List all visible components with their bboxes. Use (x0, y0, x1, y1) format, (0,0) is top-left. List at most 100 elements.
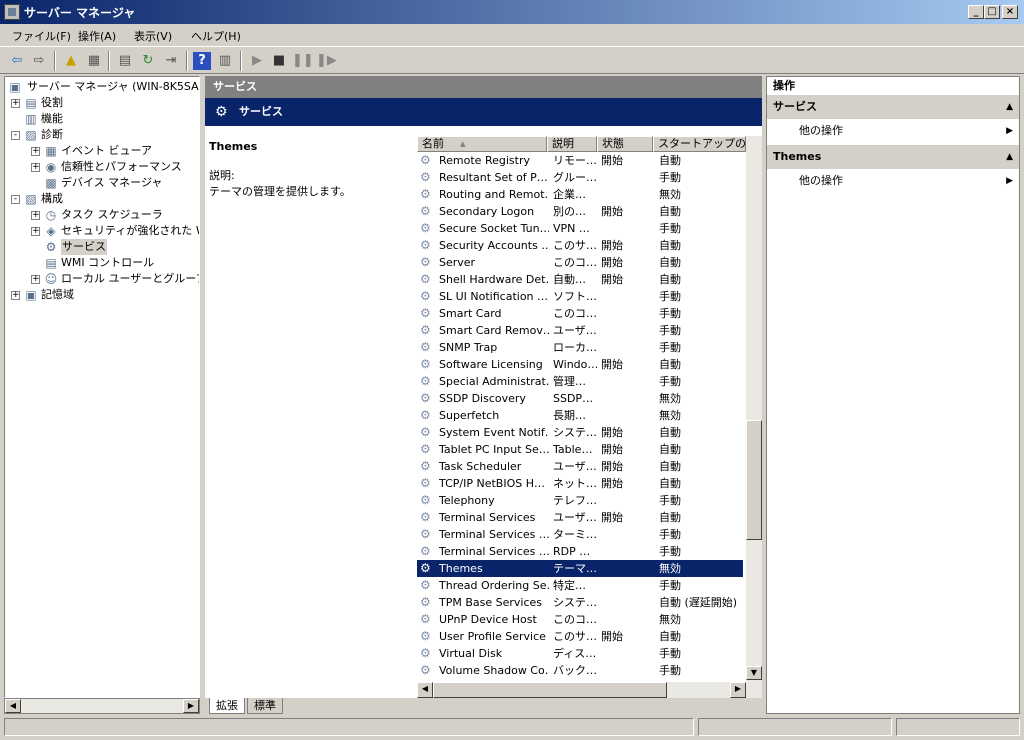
navigation-tree[interactable]: ▣ サーバー マネージャ (WIN-8K5SAI2 + ▤ 役割 ▥ 機能 - ▨ 診断 + ▦ イベン… (4, 76, 200, 698)
restart-service-icon[interactable]: ❚▶ (316, 52, 337, 70)
table-row[interactable]: ⚙ Software Licensing Windo… 開始 自動 (417, 356, 743, 373)
tree-item[interactable]: ▣ サーバー マネージャ (WIN-8K5SAI2 (5, 79, 199, 95)
table-row[interactable]: ⚙ SL UI Notification … ソフト… 手動 (417, 288, 743, 305)
table-row[interactable]: ⚙ Terminal Services … RDP … 手動 (417, 543, 743, 560)
service-description: ターミ… (553, 528, 597, 541)
table-row[interactable]: ⚙ Terminal Services … ターミ… 手動 (417, 526, 743, 543)
tree-item[interactable]: + ☺ ローカル ユーザーとグループ (5, 271, 199, 287)
horizontal-scroll-thumb[interactable] (433, 682, 667, 698)
start-service-icon[interactable]: ▶ (248, 52, 266, 70)
table-row[interactable]: ⚙ Smart Card Remov… ユーザ… 手動 (417, 322, 743, 339)
up-folder-icon[interactable]: ▲ (62, 52, 80, 70)
table-row[interactable]: ⚙ UPnP Device Host このコ… 無効 (417, 611, 743, 628)
table-row[interactable]: ⚙ Tablet PC Input Se… Table… 開始 自動 (417, 441, 743, 458)
menu-file[interactable]: ファイル(F) (12, 28, 71, 44)
close-button[interactable]: × (1002, 5, 1018, 19)
tree-item[interactable]: + ▣ 記憶域 (5, 287, 199, 303)
table-row[interactable]: ⚙ Resultant Set of P… グルー… 手動 (417, 169, 743, 186)
forward-icon[interactable]: ⇨ (30, 52, 48, 70)
table-row[interactable]: ⚙ Secondary Logon 別の… 開始 自動 (417, 203, 743, 220)
list-horizontal-scrollbar[interactable]: ◀ ▶ (417, 682, 762, 698)
collapse-up-icon[interactable]: ▲ (1006, 145, 1013, 169)
table-row[interactable]: ⚙ User Profile Service このサ… 開始 自動 (417, 628, 743, 645)
tree-item[interactable]: - ▨ 診断 (5, 127, 199, 143)
show-hide-tree-icon[interactable]: ▦ (85, 52, 103, 70)
table-row[interactable]: ⚙ Telephony テレフ… 手動 (417, 492, 743, 509)
column-header-startup-type[interactable]: スタートアップの種類 (653, 136, 746, 152)
tree-item[interactable]: + ▤ 役割 (5, 95, 199, 111)
tree-item[interactable]: ▩ デバイス マネージャ (5, 175, 199, 191)
table-row[interactable]: ⚙ Thread Ordering Se… 特定… 手動 (417, 577, 743, 594)
actions-section-services[interactable]: サービス ▲ (767, 95, 1019, 119)
tree-item[interactable]: - ▧ 構成 (5, 191, 199, 207)
collapse-icon[interactable]: - (11, 131, 20, 140)
vertical-scroll-thumb[interactable] (746, 420, 762, 540)
expand-icon[interactable]: + (31, 163, 40, 172)
menu-action[interactable]: 操作(A) (78, 28, 116, 44)
tab-extended[interactable]: 拡張 (209, 698, 245, 714)
column-header-name[interactable]: 名前 ▴ (417, 136, 547, 152)
table-row[interactable]: ⚙ Superfetch 長期… 無効 (417, 407, 743, 424)
tab-standard[interactable]: 標準 (247, 698, 283, 714)
scroll-left-icon[interactable]: ◀ (5, 699, 21, 713)
expand-icon[interactable]: + (11, 99, 20, 108)
table-row[interactable]: ⚙ Remote Registry リモー… 開始 自動 (417, 152, 743, 169)
actions-section-themes[interactable]: Themes ▲ (767, 145, 1019, 169)
expand-icon[interactable]: + (11, 291, 20, 300)
scroll-right-icon[interactable]: ▶ (183, 699, 199, 713)
column-header-description[interactable]: 説明 (547, 136, 597, 152)
tree-item[interactable]: + ▦ イベント ビューア (5, 143, 199, 159)
expand-icon[interactable]: + (31, 147, 40, 156)
column-header-status[interactable]: 状態 (597, 136, 653, 152)
minimize-button[interactable]: _ (968, 5, 984, 19)
properties-icon[interactable]: ▤ (116, 52, 134, 70)
table-row[interactable]: ⚙ Smart Card このコ… 手動 (417, 305, 743, 322)
menu-help[interactable]: ヘルプ(H) (191, 28, 241, 44)
tree-item[interactable]: + ◉ 信頼性とパフォーマンス (5, 159, 199, 175)
scroll-down-icon[interactable]: ▼ (746, 666, 762, 680)
pause-service-icon[interactable]: ❚❚ (292, 52, 314, 70)
table-row[interactable]: ⚙ Shell Hardware Det… 自動… 開始 自動 (417, 271, 743, 288)
list-vertical-scrollbar[interactable]: ▼ (746, 136, 762, 682)
table-row[interactable]: ⚙ Terminal Services ユーザ… 開始 自動 (417, 509, 743, 526)
export-list-icon[interactable]: ⇥ (162, 52, 180, 70)
help-icon[interactable]: ? (193, 52, 211, 70)
table-row[interactable]: ⚙ Task Scheduler ユーザ… 開始 自動 (417, 458, 743, 475)
table-row[interactable]: ⚙ Server このコ… 開始 自動 (417, 254, 743, 271)
action-pane-icon[interactable]: ▥ (216, 52, 234, 70)
stop-service-icon[interactable]: ■ (270, 52, 288, 70)
tree-item[interactable]: + ◷ タスク スケジューラ (5, 207, 199, 223)
tree-item[interactable]: ⚙ サービス (5, 239, 199, 255)
themes-more-actions[interactable]: 他の操作 ▶ (767, 170, 1019, 192)
expand-icon[interactable]: + (31, 227, 40, 236)
scroll-left-icon[interactable]: ◀ (417, 682, 433, 698)
tree-horizontal-scrollbar[interactable]: ◀ ▶ (4, 698, 200, 714)
table-row[interactable]: ⚙ Themes テーマ… 無効 (417, 560, 743, 577)
table-row[interactable]: ⚙ Special Administrat… 管理… 手動 (417, 373, 743, 390)
refresh-icon[interactable]: ↻ (139, 52, 157, 70)
expand-icon[interactable]: + (31, 275, 40, 284)
maximize-button[interactable]: □ (984, 5, 1000, 19)
tree-item[interactable]: ▥ 機能 (5, 111, 199, 127)
services-more-actions[interactable]: 他の操作 ▶ (767, 120, 1019, 142)
table-row[interactable]: ⚙ Volume Shadow Co… バック… 手動 (417, 662, 743, 679)
tree-item[interactable]: + ◈ セキュリティが強化された Wi (5, 223, 199, 239)
table-row[interactable]: ⚙ Virtual Disk ディス… 手動 (417, 645, 743, 662)
table-row[interactable]: ⚙ Security Accounts … このサ… 開始 自動 (417, 237, 743, 254)
back-icon[interactable]: ⇦ (8, 52, 26, 70)
table-row[interactable]: ⚙ SSDP Discovery SSDP… 無効 (417, 390, 743, 407)
table-row[interactable]: ⚙ SNMP Trap ローカ… 手動 (417, 339, 743, 356)
services-list[interactable]: 名前▴ 説明 状態 スタートアップの種類 ▲ ⚙Remote Registryリ… (417, 136, 762, 696)
tree-item[interactable]: ▤ WMI コントロール (5, 255, 199, 271)
table-row[interactable]: ⚙ TPM Base Services システ… 自動 (遅延開始) (417, 594, 743, 611)
table-row[interactable]: ⚙ TCP/IP NetBIOS H… ネット… 開始 自動 (417, 475, 743, 492)
expand-icon[interactable]: + (31, 211, 40, 220)
table-row[interactable]: ⚙ Routing and Remot… 企業… 無効 (417, 186, 743, 203)
service-status: 開始 (601, 273, 623, 286)
table-row[interactable]: ⚙ System Event Notif… システ… 開始 自動 (417, 424, 743, 441)
collapse-icon[interactable]: - (11, 195, 20, 204)
collapse-up-icon[interactable]: ▲ (1006, 95, 1013, 119)
scroll-right-icon[interactable]: ▶ (730, 682, 746, 698)
table-row[interactable]: ⚙ Secure Socket Tun… VPN … 手動 (417, 220, 743, 237)
menu-view[interactable]: 表示(V) (134, 28, 172, 44)
